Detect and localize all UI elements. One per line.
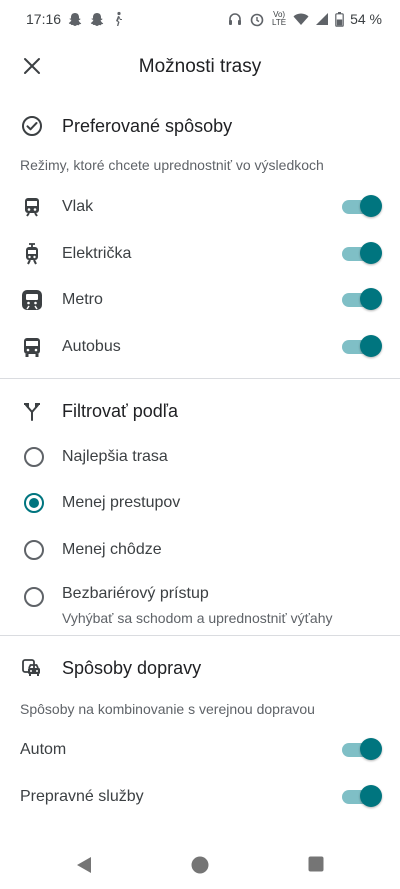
toggle-knob: [360, 785, 382, 807]
alarm-icon: [250, 13, 264, 27]
bus-toggle[interactable]: [342, 335, 382, 357]
mode-row-tram[interactable]: Električka: [0, 232, 400, 276]
snapchat-icon: [90, 13, 104, 26]
mode-label: Metro: [62, 291, 103, 308]
train-toggle[interactable]: [342, 195, 382, 217]
section-subtitle: Režimy, ktoré chcete uprednostniť vo výs…: [20, 157, 324, 173]
car-transit-icon: [22, 659, 40, 676]
section-subtitle: Spôsoby na kombinovanie s verejnou dopra…: [20, 701, 315, 717]
section-title: Preferované spôsoby: [62, 115, 233, 136]
option-label: Menej prestupov: [62, 494, 181, 511]
transport-modes-header: Spôsoby dopravy: [0, 650, 400, 686]
snapchat-icon: [68, 13, 82, 26]
section-title: Filtrovať podľa: [62, 400, 179, 421]
mode-row-train[interactable]: Vlak: [0, 185, 400, 229]
toggle-knob: [360, 738, 382, 760]
system-nav-bar: [0, 842, 400, 889]
radio-button[interactable]: [24, 447, 44, 467]
back-icon[interactable]: [76, 856, 92, 874]
divider: [0, 378, 400, 379]
filter-option-accessible[interactable]: Bezbariérový prístup Vyhýbať sa schodom …: [0, 578, 400, 630]
toggle-knob: [360, 195, 382, 217]
bus-icon: [24, 338, 40, 357]
radio-button-selected[interactable]: [24, 493, 44, 513]
transport-row-car[interactable]: Autom: [0, 728, 400, 772]
headphones-icon: [229, 13, 242, 25]
status-right: Vo) LTE 54 %: [227, 11, 382, 27]
filter-header: Filtrovať podľa: [0, 393, 400, 429]
mode-row-subway[interactable]: Metro: [0, 278, 400, 322]
subway-toggle[interactable]: [342, 288, 382, 310]
train-icon: [25, 198, 39, 217]
option-sublabel: Vyhýbať sa schodom a uprednostniť výťahy: [62, 610, 333, 626]
signal-icon: [316, 13, 329, 25]
divider: [0, 635, 400, 636]
car-toggle[interactable]: [342, 738, 382, 760]
filter-option-less-walking[interactable]: Menej chôdze: [0, 528, 400, 572]
mode-label: Autobus: [62, 338, 121, 355]
option-label: Najlepšia trasa: [62, 448, 168, 465]
battery-icon: [335, 11, 344, 27]
clock: 17:16: [26, 11, 62, 27]
subway-icon: [22, 290, 42, 310]
wifi-icon: [293, 13, 309, 25]
radio-button[interactable]: [24, 587, 44, 607]
transport-row-ride-services[interactable]: Prepravné služby: [0, 775, 400, 819]
filter-option-fewer-transfers[interactable]: Menej prestupov: [0, 481, 400, 525]
status-bar: 17:16 Vo) LTE 54 %: [0, 0, 400, 38]
mode-label: Vlak: [62, 198, 94, 215]
page-title: Možnosti trasy: [138, 56, 262, 77]
recents-icon[interactable]: [308, 856, 324, 872]
network-label: Vo) LTE: [272, 10, 287, 27]
tram-toggle[interactable]: [342, 242, 382, 264]
transport-label: Prepravné služby: [20, 788, 144, 805]
option-label: Bezbariérový prístup: [62, 585, 209, 602]
radio-button[interactable]: [24, 540, 44, 560]
option-label: Menej chôdze: [62, 541, 162, 558]
status-left: 17:16: [26, 11, 125, 27]
toggle-knob: [360, 288, 382, 310]
battery-level: 54 %: [350, 11, 382, 27]
check-circle-icon: [22, 116, 42, 136]
transport-label: Autom: [20, 741, 67, 758]
tram-icon: [26, 243, 38, 265]
section-title: Spôsoby dopravy: [62, 657, 202, 678]
ride-services-toggle[interactable]: [342, 785, 382, 807]
walking-icon: [116, 11, 123, 26]
home-icon[interactable]: [191, 856, 209, 874]
toggle-knob: [360, 335, 382, 357]
preferred-modes-header: Preferované spôsoby: [0, 108, 400, 144]
mode-label: Električka: [62, 245, 132, 262]
toggle-knob: [360, 242, 382, 264]
route-split-icon: [24, 403, 40, 421]
mode-row-bus[interactable]: Autobus: [0, 325, 400, 369]
app-bar: Možnosti trasy: [0, 40, 400, 94]
filter-option-best-route[interactable]: Najlepšia trasa: [0, 435, 400, 479]
